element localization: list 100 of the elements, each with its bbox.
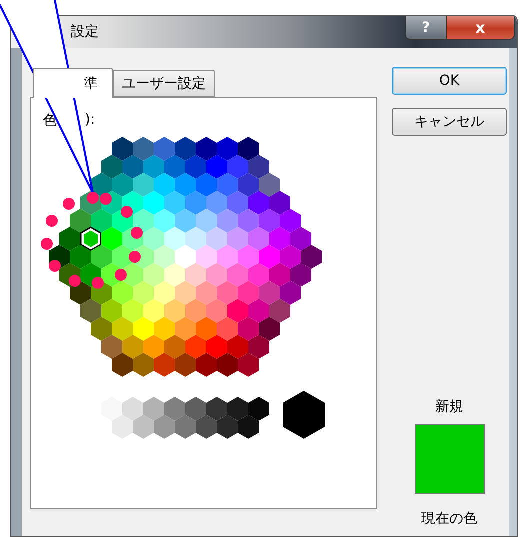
color-swatch[interactable] [186, 335, 206, 359]
color-swatch[interactable] [196, 173, 217, 197]
color-swatch[interactable] [248, 191, 270, 215]
color-swatch[interactable] [259, 317, 280, 341]
color-swatch[interactable] [122, 397, 144, 421]
color-swatch[interactable] [164, 227, 186, 251]
color-swatch[interactable] [133, 353, 154, 377]
color-swatch[interactable] [196, 137, 217, 161]
color-swatch[interactable] [154, 209, 175, 233]
color-swatch[interactable] [206, 397, 228, 421]
color-swatch[interactable] [112, 137, 133, 161]
color-swatch[interactable] [259, 209, 280, 233]
color-swatch[interactable] [217, 137, 238, 161]
color-swatch[interactable] [238, 173, 259, 197]
color-swatch[interactable] [154, 245, 175, 269]
color-swatch[interactable] [164, 397, 186, 421]
color-swatch[interactable] [164, 299, 186, 323]
color-swatch[interactable] [175, 209, 196, 233]
color-swatch[interactable] [102, 335, 122, 359]
color-swatch[interactable] [164, 191, 186, 215]
color-swatch[interactable] [259, 281, 280, 305]
color-swatch[interactable] [217, 353, 238, 377]
color-swatch[interactable] [102, 227, 122, 251]
color-swatch[interactable] [186, 397, 206, 421]
color-swatch[interactable] [175, 415, 196, 439]
color-swatch[interactable] [175, 317, 196, 341]
color-swatch[interactable] [144, 191, 164, 215]
color-swatch[interactable] [112, 245, 133, 269]
color-swatch[interactable] [186, 155, 206, 179]
color-swatch[interactable] [112, 353, 133, 377]
color-swatch[interactable] [283, 391, 325, 439]
color-swatch[interactable] [175, 281, 196, 305]
color-swatch[interactable] [238, 137, 259, 161]
color-swatch[interactable] [112, 317, 133, 341]
color-swatch[interactable] [196, 281, 217, 305]
color-swatch[interactable] [206, 335, 228, 359]
color-swatch[interactable] [164, 263, 186, 287]
color-swatch[interactable] [270, 191, 290, 215]
color-swatch[interactable] [144, 263, 164, 287]
color-swatch[interactable] [91, 209, 112, 233]
color-swatch[interactable] [280, 209, 301, 233]
color-swatch[interactable] [206, 191, 228, 215]
color-swatch[interactable] [154, 281, 175, 305]
color-swatch[interactable] [144, 397, 164, 421]
color-swatch[interactable] [186, 191, 206, 215]
color-swatch[interactable] [133, 137, 154, 161]
color-swatch[interactable] [238, 281, 259, 305]
color-swatch[interactable] [164, 335, 186, 359]
color-swatch[interactable] [238, 415, 259, 439]
color-swatch[interactable] [196, 317, 217, 341]
color-swatch[interactable] [228, 299, 248, 323]
color-swatch[interactable] [301, 245, 322, 269]
color-swatch[interactable] [80, 299, 102, 323]
color-swatch[interactable] [280, 245, 301, 269]
color-swatch[interactable] [133, 209, 154, 233]
color-swatch[interactable] [270, 299, 290, 323]
color-swatch[interactable] [238, 209, 259, 233]
color-swatch[interactable] [196, 353, 217, 377]
color-swatch[interactable] [186, 263, 206, 287]
color-swatch[interactable] [259, 173, 280, 197]
color-swatch[interactable] [133, 415, 154, 439]
color-swatch[interactable] [91, 173, 112, 197]
color-swatch[interactable] [164, 155, 186, 179]
color-swatch[interactable] [91, 317, 112, 341]
color-swatch[interactable] [175, 173, 196, 197]
color-swatch[interactable] [122, 263, 144, 287]
color-swatch[interactable] [102, 299, 122, 323]
color-swatch[interactable] [290, 263, 312, 287]
color-swatch[interactable] [133, 173, 154, 197]
color-swatch[interactable] [248, 397, 270, 421]
color-swatch[interactable] [248, 155, 270, 179]
color-swatch[interactable] [186, 227, 206, 251]
color-swatch[interactable] [238, 317, 259, 341]
color-swatch[interactable] [270, 227, 290, 251]
color-swatch[interactable] [144, 335, 164, 359]
color-swatch[interactable] [238, 245, 259, 269]
color-swatch[interactable] [112, 415, 133, 439]
color-swatch[interactable] [206, 155, 228, 179]
color-swatch[interactable] [217, 209, 238, 233]
color-swatch[interactable] [228, 335, 248, 359]
color-swatch[interactable] [91, 245, 112, 269]
color-swatch[interactable] [217, 317, 238, 341]
tab[interactable]: ユーザー設定 [113, 70, 215, 97]
color-swatch[interactable] [217, 245, 238, 269]
color-swatch[interactable] [228, 191, 248, 215]
color-swatch[interactable] [206, 263, 228, 287]
color-swatch[interactable] [144, 155, 164, 179]
color-swatch[interactable] [248, 263, 270, 287]
color-swatch[interactable] [154, 317, 175, 341]
color-swatch[interactable] [144, 227, 164, 251]
color-swatch[interactable] [154, 173, 175, 197]
color-swatch[interactable] [196, 245, 217, 269]
color-swatch[interactable] [248, 227, 270, 251]
color-swatch[interactable] [175, 137, 196, 161]
color-swatch[interactable] [122, 335, 144, 359]
color-swatch[interactable] [228, 397, 248, 421]
cancel-button[interactable]: キャンセル [392, 108, 507, 136]
color-swatch[interactable] [228, 227, 248, 251]
color-swatch[interactable] [196, 209, 217, 233]
color-swatch[interactable] [70, 281, 91, 305]
